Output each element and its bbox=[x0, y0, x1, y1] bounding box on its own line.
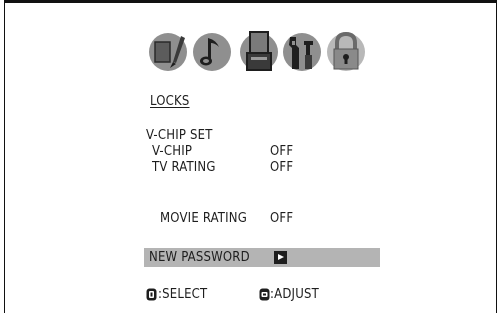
remote-adjust-icon bbox=[259, 288, 270, 301]
vchip-label: V-CHIP bbox=[152, 144, 193, 159]
setup-icon[interactable] bbox=[237, 27, 281, 75]
vchip-set-header: V-CHIP SET bbox=[146, 128, 213, 143]
new-password-label: NEW PASSWORD bbox=[149, 250, 250, 265]
tv-rating-value[interactable]: OFF bbox=[270, 160, 293, 175]
audio-icon[interactable] bbox=[190, 27, 234, 75]
page-title: LOCKS bbox=[150, 94, 190, 109]
tools-icon[interactable] bbox=[280, 27, 324, 75]
new-password-row[interactable]: NEW PASSWORD bbox=[144, 248, 380, 267]
tv-rating-label: TV RATING bbox=[152, 160, 216, 175]
movie-rating-value[interactable]: OFF bbox=[270, 211, 293, 226]
adjust-hint-label: :ADJUST bbox=[270, 287, 319, 302]
movie-rating-label: MOVIE RATING bbox=[160, 211, 248, 226]
remote-select-icon bbox=[146, 288, 157, 301]
lock-icon[interactable] bbox=[324, 27, 368, 75]
tv-menu-screen: LOCKS V-CHIP SET V-CHIP OFF TV RATING OF… bbox=[4, 0, 497, 313]
select-hint-label: :SELECT bbox=[158, 287, 208, 302]
vchip-value[interactable]: OFF bbox=[270, 144, 293, 159]
right-arrow-icon[interactable] bbox=[274, 251, 287, 264]
picture-icon[interactable] bbox=[146, 27, 190, 75]
